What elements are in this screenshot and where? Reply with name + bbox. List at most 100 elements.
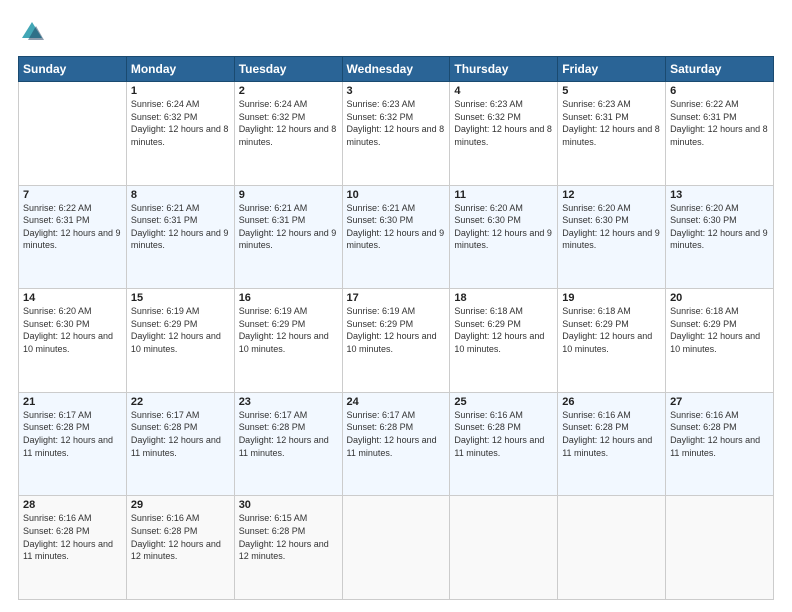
col-header-friday: Friday (558, 57, 666, 82)
day-cell: 30Sunrise: 6:15 AMSunset: 6:28 PMDayligh… (234, 496, 342, 600)
day-cell: 22Sunrise: 6:17 AMSunset: 6:28 PMDayligh… (126, 392, 234, 496)
day-number: 12 (562, 189, 661, 201)
day-cell: 5Sunrise: 6:23 AMSunset: 6:31 PMDaylight… (558, 82, 666, 186)
day-number: 28 (23, 499, 122, 511)
day-cell: 26Sunrise: 6:16 AMSunset: 6:28 PMDayligh… (558, 392, 666, 496)
col-header-tuesday: Tuesday (234, 57, 342, 82)
day-number: 10 (347, 189, 446, 201)
logo-icon (18, 18, 46, 46)
day-cell: 10Sunrise: 6:21 AMSunset: 6:30 PMDayligh… (342, 185, 450, 289)
day-info: Sunrise: 6:21 AMSunset: 6:30 PMDaylight:… (347, 202, 446, 252)
day-info: Sunrise: 6:18 AMSunset: 6:29 PMDaylight:… (454, 305, 553, 355)
day-number: 20 (670, 292, 769, 304)
day-number: 21 (23, 396, 122, 408)
day-cell (450, 496, 558, 600)
day-cell: 14Sunrise: 6:20 AMSunset: 6:30 PMDayligh… (19, 289, 127, 393)
day-number: 25 (454, 396, 553, 408)
day-info: Sunrise: 6:20 AMSunset: 6:30 PMDaylight:… (23, 305, 122, 355)
day-number: 14 (23, 292, 122, 304)
header-row: SundayMondayTuesdayWednesdayThursdayFrid… (19, 57, 774, 82)
day-number: 5 (562, 85, 661, 97)
day-number: 13 (670, 189, 769, 201)
day-cell: 27Sunrise: 6:16 AMSunset: 6:28 PMDayligh… (666, 392, 774, 496)
day-number: 3 (347, 85, 446, 97)
day-info: Sunrise: 6:17 AMSunset: 6:28 PMDaylight:… (131, 409, 230, 459)
day-cell: 4Sunrise: 6:23 AMSunset: 6:32 PMDaylight… (450, 82, 558, 186)
day-cell: 13Sunrise: 6:20 AMSunset: 6:30 PMDayligh… (666, 185, 774, 289)
day-number: 9 (239, 189, 338, 201)
day-info: Sunrise: 6:24 AMSunset: 6:32 PMDaylight:… (131, 98, 230, 148)
day-cell: 1Sunrise: 6:24 AMSunset: 6:32 PMDaylight… (126, 82, 234, 186)
day-info: Sunrise: 6:21 AMSunset: 6:31 PMDaylight:… (239, 202, 338, 252)
day-cell: 20Sunrise: 6:18 AMSunset: 6:29 PMDayligh… (666, 289, 774, 393)
day-cell: 21Sunrise: 6:17 AMSunset: 6:28 PMDayligh… (19, 392, 127, 496)
day-cell: 8Sunrise: 6:21 AMSunset: 6:31 PMDaylight… (126, 185, 234, 289)
day-info: Sunrise: 6:18 AMSunset: 6:29 PMDaylight:… (670, 305, 769, 355)
day-cell: 6Sunrise: 6:22 AMSunset: 6:31 PMDaylight… (666, 82, 774, 186)
day-cell (342, 496, 450, 600)
header (18, 18, 774, 46)
page: SundayMondayTuesdayWednesdayThursdayFrid… (0, 0, 792, 612)
day-number: 17 (347, 292, 446, 304)
day-info: Sunrise: 6:19 AMSunset: 6:29 PMDaylight:… (239, 305, 338, 355)
day-cell: 9Sunrise: 6:21 AMSunset: 6:31 PMDaylight… (234, 185, 342, 289)
day-cell: 17Sunrise: 6:19 AMSunset: 6:29 PMDayligh… (342, 289, 450, 393)
day-number: 4 (454, 85, 553, 97)
day-cell: 7Sunrise: 6:22 AMSunset: 6:31 PMDaylight… (19, 185, 127, 289)
day-number: 11 (454, 189, 553, 201)
day-info: Sunrise: 6:16 AMSunset: 6:28 PMDaylight:… (23, 512, 122, 562)
day-cell: 3Sunrise: 6:23 AMSunset: 6:32 PMDaylight… (342, 82, 450, 186)
day-number: 27 (670, 396, 769, 408)
day-info: Sunrise: 6:17 AMSunset: 6:28 PMDaylight:… (23, 409, 122, 459)
day-cell: 28Sunrise: 6:16 AMSunset: 6:28 PMDayligh… (19, 496, 127, 600)
week-row-5: 28Sunrise: 6:16 AMSunset: 6:28 PMDayligh… (19, 496, 774, 600)
day-info: Sunrise: 6:17 AMSunset: 6:28 PMDaylight:… (239, 409, 338, 459)
day-cell (558, 496, 666, 600)
day-info: Sunrise: 6:19 AMSunset: 6:29 PMDaylight:… (131, 305, 230, 355)
day-number: 19 (562, 292, 661, 304)
day-cell: 18Sunrise: 6:18 AMSunset: 6:29 PMDayligh… (450, 289, 558, 393)
col-header-thursday: Thursday (450, 57, 558, 82)
day-number: 1 (131, 85, 230, 97)
day-info: Sunrise: 6:22 AMSunset: 6:31 PMDaylight:… (670, 98, 769, 148)
day-cell: 11Sunrise: 6:20 AMSunset: 6:30 PMDayligh… (450, 185, 558, 289)
day-info: Sunrise: 6:15 AMSunset: 6:28 PMDaylight:… (239, 512, 338, 562)
day-number: 26 (562, 396, 661, 408)
day-number: 30 (239, 499, 338, 511)
day-cell: 19Sunrise: 6:18 AMSunset: 6:29 PMDayligh… (558, 289, 666, 393)
day-info: Sunrise: 6:20 AMSunset: 6:30 PMDaylight:… (562, 202, 661, 252)
day-number: 7 (23, 189, 122, 201)
day-number: 29 (131, 499, 230, 511)
week-row-2: 7Sunrise: 6:22 AMSunset: 6:31 PMDaylight… (19, 185, 774, 289)
day-info: Sunrise: 6:19 AMSunset: 6:29 PMDaylight:… (347, 305, 446, 355)
day-info: Sunrise: 6:17 AMSunset: 6:28 PMDaylight:… (347, 409, 446, 459)
day-cell: 23Sunrise: 6:17 AMSunset: 6:28 PMDayligh… (234, 392, 342, 496)
day-cell: 15Sunrise: 6:19 AMSunset: 6:29 PMDayligh… (126, 289, 234, 393)
day-number: 8 (131, 189, 230, 201)
week-row-3: 14Sunrise: 6:20 AMSunset: 6:30 PMDayligh… (19, 289, 774, 393)
day-info: Sunrise: 6:20 AMSunset: 6:30 PMDaylight:… (670, 202, 769, 252)
day-number: 23 (239, 396, 338, 408)
day-number: 15 (131, 292, 230, 304)
day-cell: 2Sunrise: 6:24 AMSunset: 6:32 PMDaylight… (234, 82, 342, 186)
day-number: 2 (239, 85, 338, 97)
day-cell: 16Sunrise: 6:19 AMSunset: 6:29 PMDayligh… (234, 289, 342, 393)
day-cell: 25Sunrise: 6:16 AMSunset: 6:28 PMDayligh… (450, 392, 558, 496)
day-info: Sunrise: 6:22 AMSunset: 6:31 PMDaylight:… (23, 202, 122, 252)
day-info: Sunrise: 6:16 AMSunset: 6:28 PMDaylight:… (454, 409, 553, 459)
day-info: Sunrise: 6:23 AMSunset: 6:31 PMDaylight:… (562, 98, 661, 148)
day-info: Sunrise: 6:16 AMSunset: 6:28 PMDaylight:… (131, 512, 230, 562)
day-info: Sunrise: 6:23 AMSunset: 6:32 PMDaylight:… (454, 98, 553, 148)
day-cell: 24Sunrise: 6:17 AMSunset: 6:28 PMDayligh… (342, 392, 450, 496)
day-cell (19, 82, 127, 186)
calendar-table: SundayMondayTuesdayWednesdayThursdayFrid… (18, 56, 774, 600)
day-number: 24 (347, 396, 446, 408)
day-number: 22 (131, 396, 230, 408)
day-cell: 29Sunrise: 6:16 AMSunset: 6:28 PMDayligh… (126, 496, 234, 600)
day-info: Sunrise: 6:16 AMSunset: 6:28 PMDaylight:… (670, 409, 769, 459)
day-cell (666, 496, 774, 600)
col-header-saturday: Saturday (666, 57, 774, 82)
day-info: Sunrise: 6:16 AMSunset: 6:28 PMDaylight:… (562, 409, 661, 459)
day-number: 16 (239, 292, 338, 304)
col-header-sunday: Sunday (19, 57, 127, 82)
